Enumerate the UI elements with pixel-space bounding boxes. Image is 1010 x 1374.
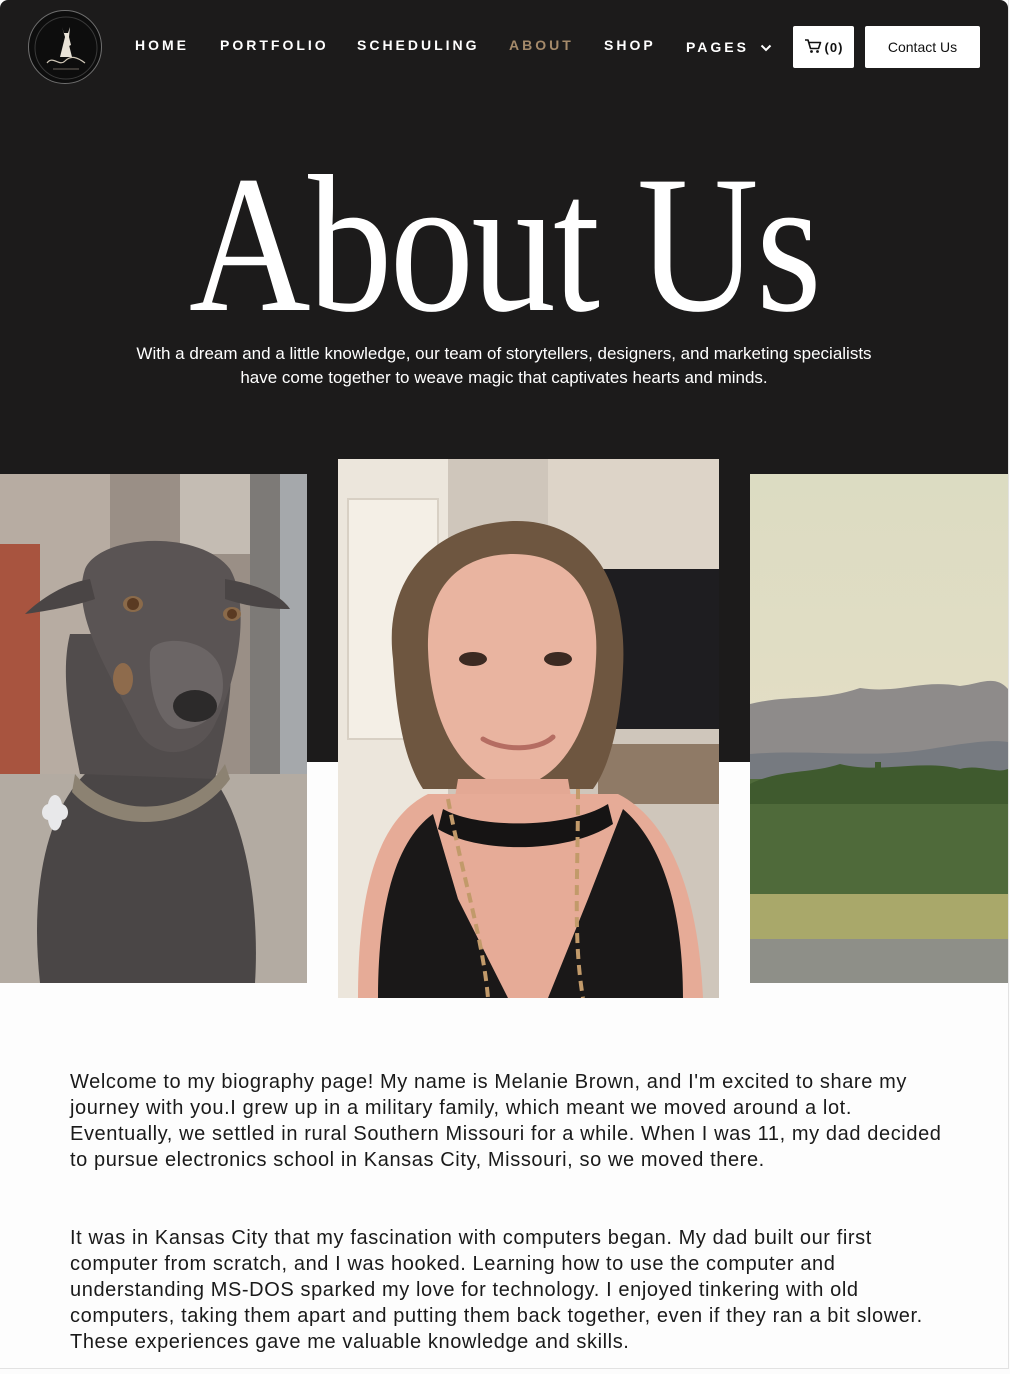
nav-shop[interactable]: SHOP <box>604 37 656 53</box>
page-title: About Us <box>188 136 822 353</box>
nav-pages-label: PAGES <box>686 39 749 55</box>
nav-scheduling[interactable]: SCHEDULING <box>357 37 480 53</box>
contact-us-button[interactable]: Contact Us <box>865 26 980 68</box>
chevron-down-icon <box>760 40 772 56</box>
bio-paragraph: Welcome to my biography page! My name is… <box>70 1071 942 1171</box>
landscape-photo <box>750 474 1008 983</box>
hero-subtitle: With a dream and a little knowledge, our… <box>136 344 872 387</box>
cart-count: (0) <box>824 39 844 55</box>
nav-portfolio[interactable]: PORTFOLIO <box>220 37 329 53</box>
dog-photo <box>0 474 307 983</box>
brand-logo-icon[interactable] <box>28 10 102 84</box>
bio-paragraph: It was in Kansas City that my fascinatio… <box>70 1227 923 1353</box>
nav-about[interactable]: ABOUT <box>509 37 574 53</box>
nav-home[interactable]: HOME <box>135 37 189 53</box>
about-page: HOME PORTFOLIO SCHEDULING ABOUT SHOP PAG… <box>0 0 1009 1369</box>
nav-pages[interactable]: PAGES <box>686 39 772 56</box>
cart-button[interactable]: (0) <box>793 26 854 68</box>
cart-icon <box>804 38 822 57</box>
portrait-photo <box>338 459 719 998</box>
